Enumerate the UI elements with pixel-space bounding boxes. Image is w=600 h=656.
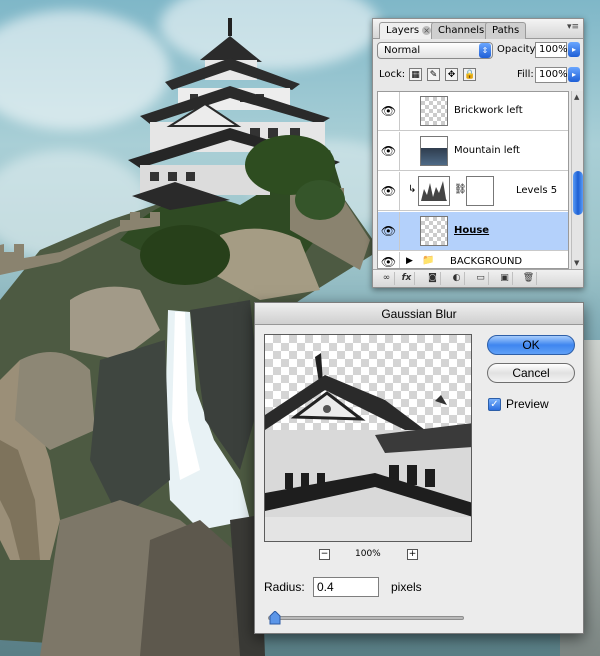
layer-name: Brickwork left — [454, 105, 523, 116]
tab-paths-label: Paths — [492, 25, 520, 36]
lock-all-icon[interactable]: 🔒 — [463, 68, 476, 81]
opacity-input[interactable]: 100% — [535, 42, 568, 58]
layer-name: Mountain left — [454, 145, 520, 156]
opacity-arrow-icon[interactable]: ▸ — [568, 42, 580, 57]
fx-icon[interactable]: fx — [399, 272, 415, 285]
layer-name: BACKGROUND — [450, 256, 523, 267]
blend-mode-select[interactable]: Normal ⇕ — [377, 42, 493, 59]
layer-thumbnail — [420, 136, 448, 166]
gaussian-blur-dialog: Gaussian Blur − 100% + OK Cancel ✓ Previ… — [254, 302, 584, 634]
trash-icon[interactable]: 🗑 — [521, 272, 537, 285]
chevron-updown-icon: ⇕ — [479, 43, 491, 58]
clipping-arrow-icon: ↳ — [408, 184, 417, 195]
close-icon[interactable]: × — [422, 26, 432, 35]
layers-panel-footer: ∞ fx ◙ ◐ ▭ ▣ 🗑 — [373, 269, 583, 287]
layer-group-row[interactable]: 👁 ▶ 📁 BACKGROUND — [378, 252, 568, 268]
tab-paths[interactable]: Paths — [485, 22, 527, 39]
eye-icon[interactable]: 👁 — [378, 172, 400, 211]
link-chain-icon[interactable]: ⛓ — [454, 184, 467, 195]
radius-label: Radius: — [264, 580, 305, 594]
fill-label: Fill: — [517, 69, 534, 80]
layer-row[interactable]: 👁 Brickwork left — [378, 92, 568, 131]
folder-icon: 📁 — [422, 255, 435, 266]
layer-mask-thumbnail — [466, 176, 494, 206]
cancel-button[interactable]: Cancel — [487, 363, 575, 383]
radius-input[interactable]: 0.4 — [313, 577, 379, 597]
layers-panel-tabbar: Layers × Channels Paths ▾≡ — [373, 19, 583, 39]
preview-castle-illustration — [265, 353, 471, 541]
zoom-level: 100% — [355, 549, 381, 559]
eye-icon[interactable]: 👁 — [378, 132, 400, 171]
lock-pixels-icon[interactable]: ✎ — [427, 68, 440, 81]
tab-layers[interactable]: Layers × — [379, 22, 439, 39]
lock-label: Lock: — [379, 69, 406, 80]
fill-input[interactable]: 100% — [535, 67, 568, 83]
scroll-up-icon[interactable]: ▲ — [574, 93, 579, 101]
lock-position-icon[interactable]: ✥ — [445, 68, 458, 81]
radius-unit: pixels — [391, 580, 422, 594]
layer-name: House — [454, 225, 490, 236]
panel-menu-icon[interactable]: ▾≡ — [567, 22, 579, 32]
layer-list-scrollbar[interactable]: ▲ ▼ — [571, 91, 583, 269]
zoom-controls: − 100% + — [319, 549, 419, 561]
levels-adjustment-icon — [418, 176, 450, 206]
tab-channels[interactable]: Channels — [431, 22, 492, 39]
preview-image[interactable] — [264, 334, 472, 542]
layer-thumbnail — [420, 216, 448, 246]
opacity-label: Opacity: — [497, 44, 539, 55]
eye-icon[interactable]: 👁 — [378, 92, 400, 131]
link-icon[interactable]: ∞ — [379, 272, 395, 285]
blend-opacity-row: Normal ⇕ Opacity: 100% ▸ — [377, 41, 580, 61]
tab-channels-label: Channels — [438, 25, 485, 36]
new-layer-icon[interactable]: ▣ — [497, 272, 513, 285]
preview-checkbox[interactable]: ✓ — [488, 398, 501, 411]
eye-icon[interactable]: 👁 — [378, 252, 400, 268]
layer-row[interactable]: 👁 Mountain left — [378, 132, 568, 171]
lock-fill-row: Lock: ▦ ✎ ✥ 🔒 Fill: 100% ▸ — [377, 65, 580, 85]
scroll-down-icon[interactable]: ▼ — [574, 259, 579, 267]
mask-icon[interactable]: ◙ — [425, 272, 441, 285]
adjustment-icon[interactable]: ◐ — [449, 272, 465, 285]
folder-icon[interactable]: ▭ — [473, 272, 489, 285]
eye-icon[interactable]: 👁 — [378, 212, 400, 251]
expand-triangle-icon[interactable]: ▶ — [406, 256, 413, 266]
layer-thumbnail — [420, 96, 448, 126]
layer-row-selected[interactable]: 👁 House — [378, 212, 568, 251]
fill-arrow-icon[interactable]: ▸ — [568, 67, 580, 82]
blend-mode-value: Normal — [384, 45, 421, 56]
radius-slider[interactable] — [268, 611, 464, 625]
preview-label: Preview — [506, 397, 549, 411]
ok-button[interactable]: OK — [487, 335, 575, 355]
tab-layers-label: Layers — [386, 25, 420, 36]
layers-panel: Layers × Channels Paths ▾≡ Normal ⇕ Opaci… — [372, 18, 584, 288]
layer-name: Levels 5 — [516, 185, 558, 196]
zoom-out-icon[interactable]: − — [319, 549, 330, 560]
zoom-in-icon[interactable]: + — [407, 549, 418, 560]
dialog-title: Gaussian Blur — [255, 303, 583, 325]
slider-knob-icon[interactable] — [269, 611, 281, 625]
layer-list: 👁 Brickwork left 👁 Mountain left 👁 ↳ ⛓ L… — [377, 91, 569, 269]
scroll-thumb[interactable] — [573, 171, 583, 215]
layer-row[interactable]: 👁 ↳ ⛓ Levels 5 — [378, 172, 568, 211]
lock-transparency-icon[interactable]: ▦ — [409, 68, 422, 81]
